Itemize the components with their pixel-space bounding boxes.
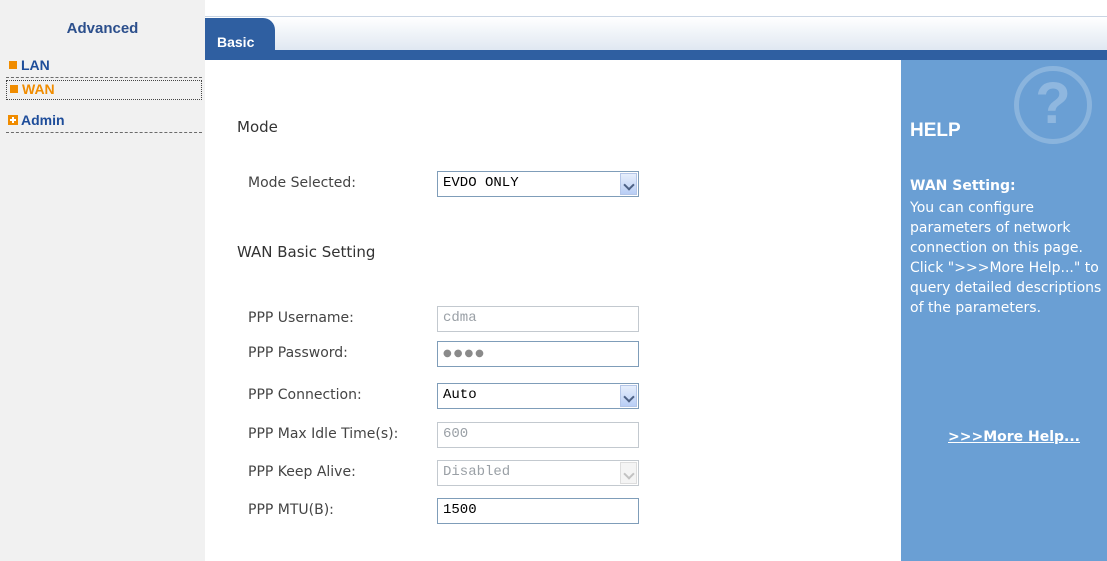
ppp-password-label: PPP Password: [248,345,348,361]
help-title: HELP [910,120,961,141]
sidebar-item-label: Admin [21,112,65,128]
sidebar-item-label: WAN [22,81,55,97]
help-text: You can configure parameters of network … [910,200,1102,316]
chevron-down-icon[interactable] [620,173,637,195]
chevron-down-icon[interactable] [620,385,637,407]
sidebar-item-admin[interactable]: Admin [6,112,202,133]
ppp-connection-label: PPP Connection: [248,387,362,403]
ppp-connection-value: Auto [443,387,477,403]
sidebar-item-wan[interactable]: WAN [6,80,202,100]
main-content: Mode Mode Selected: EVDO ONLY WAN Basic … [205,60,901,561]
mode-selected-label: Mode Selected: [248,175,357,191]
square-bullet-icon [10,85,18,93]
top-tab-bar: Basic [205,0,1107,60]
ppp-keepalive-select[interactable]: Disabled [437,460,639,486]
more-help-link[interactable]: >>>More Help... [948,429,1080,445]
sidebar-item-lan[interactable]: LAN [6,57,202,78]
help-panel: ? HELP WAN Setting: You can configure pa… [901,60,1107,561]
mode-select[interactable]: EVDO ONLY [437,171,639,197]
square-bullet-icon [9,61,17,69]
ppp-idle-label: PPP Max Idle Time(s): [248,426,399,442]
help-heading: WAN Setting: [910,178,1016,194]
sidebar-item-label: LAN [21,57,50,73]
tab-bar-stripe [205,50,1107,60]
ppp-username-input[interactable]: cdma [437,306,639,332]
ppp-password-input[interactable]: ●●●● [437,341,639,367]
expand-plus-icon[interactable] [8,115,18,125]
sidebar: Advanced LAN WAN Admin [0,0,205,561]
chevron-down-icon [620,462,637,484]
ppp-mtu-label: PPP MTU(B): [248,502,334,518]
tab-bar-background [205,16,1107,51]
ppp-idle-input[interactable]: 600 [437,422,639,448]
ppp-username-label: PPP Username: [248,310,354,326]
ppp-connection-select[interactable]: Auto [437,383,639,409]
ppp-mtu-input[interactable]: 1500 [437,498,639,524]
mode-select-value: EVDO ONLY [443,175,519,191]
tab-basic[interactable]: Basic [205,18,275,58]
ppp-keepalive-value: Disabled [443,464,511,480]
ppp-keepalive-label: PPP Keep Alive: [248,464,356,480]
question-mark-icon: ? [1014,66,1092,144]
wan-section-title: WAN Basic Setting [237,243,376,261]
sidebar-title: Advanced [66,20,139,37]
mode-section-title: Mode [237,118,278,136]
